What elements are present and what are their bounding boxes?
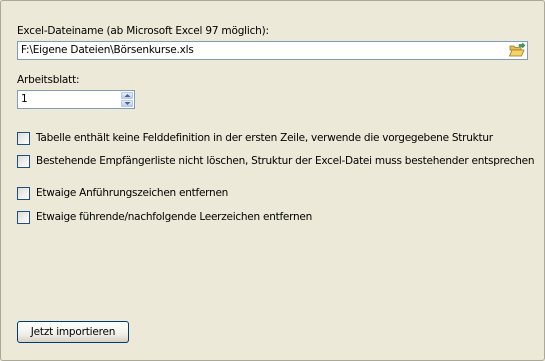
option-label: Etwaige führende/nachfolgende Leerzeiche… [36, 211, 313, 223]
sheet-spinner[interactable]: 1 [17, 90, 135, 109]
checkbox[interactable] [17, 155, 30, 168]
folder-open-icon[interactable] [508, 42, 526, 59]
checkbox[interactable] [17, 187, 30, 200]
sheet-value: 1 [21, 93, 28, 105]
sheet-label: Arbeitsblatt: [17, 74, 80, 86]
option-label: Etwaige Anführungszeichen entfernen [36, 187, 229, 199]
import-panel: Excel-Dateiname (ab Microsoft Excel 97 m… [0, 0, 545, 361]
arrow-down-icon[interactable] [121, 100, 133, 107]
filename-field[interactable]: F:\Eigene Dateien\Börsenkurse.xls [17, 41, 528, 60]
import-button[interactable]: Jetzt importieren [17, 321, 129, 343]
arrow-up-icon[interactable] [121, 92, 133, 99]
option-label: Bestehende Empfängerliste nicht löschen,… [36, 155, 535, 167]
filename-value: F:\Eigene Dateien\Börsenkurse.xls [21, 44, 194, 56]
option-label: Tabelle enthält keine Felddefinition in … [36, 132, 493, 144]
checkbox[interactable] [17, 132, 30, 145]
filename-label: Excel-Dateiname (ab Microsoft Excel 97 m… [17, 25, 269, 37]
checkbox[interactable] [17, 211, 30, 224]
